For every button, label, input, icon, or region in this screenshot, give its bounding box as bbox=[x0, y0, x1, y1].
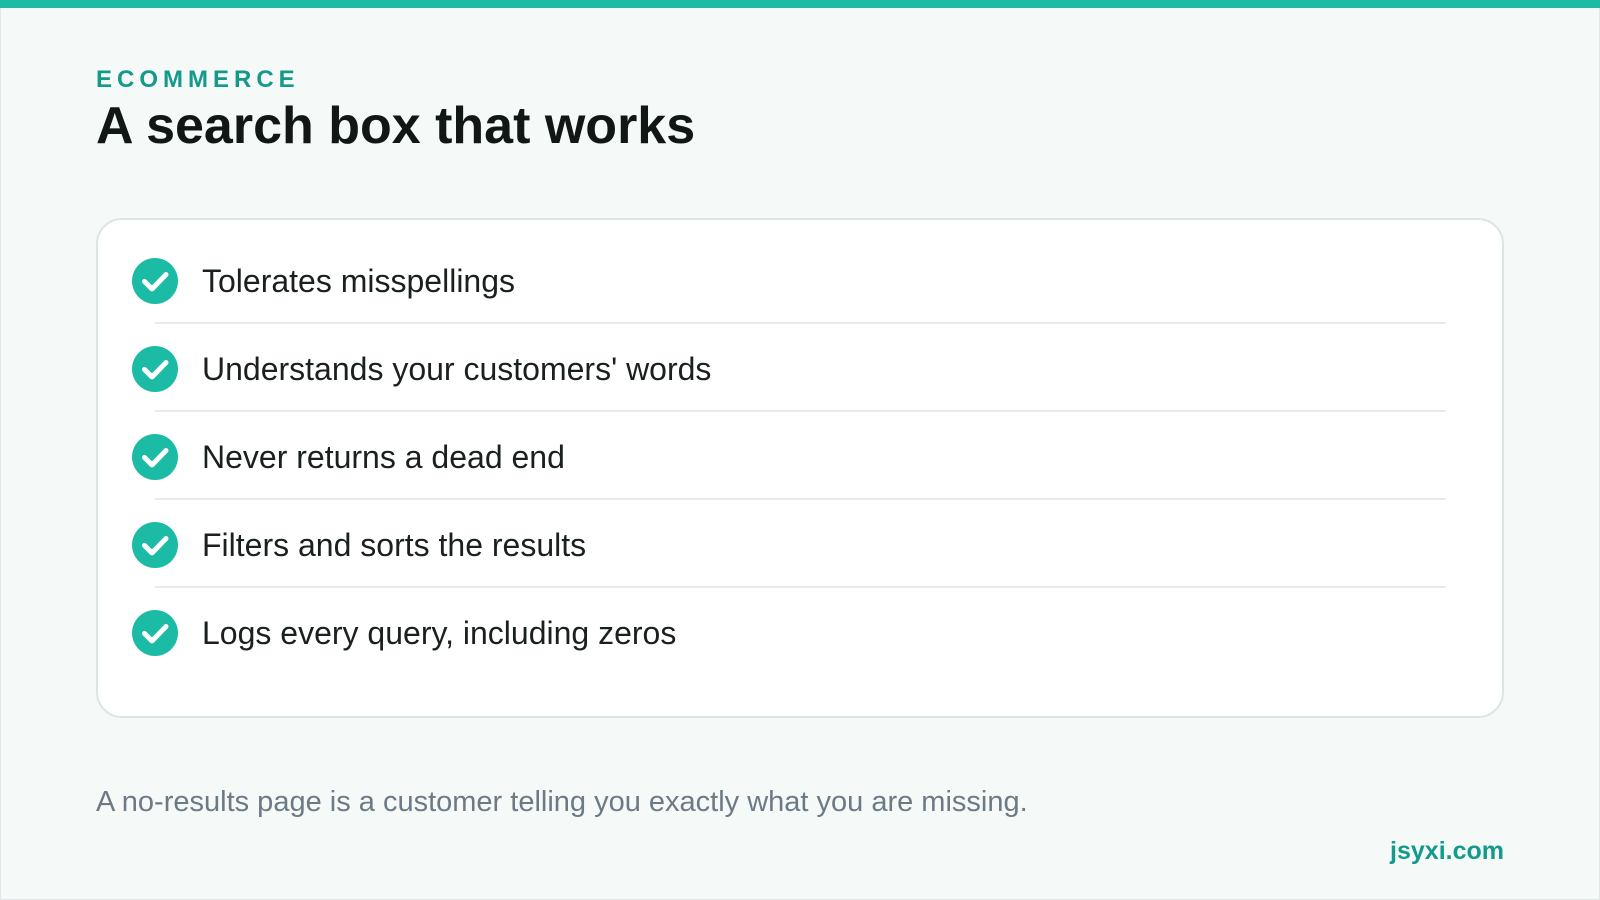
checklist-item-label: Never returns a dead end bbox=[202, 439, 565, 475]
check-circle-icon bbox=[132, 434, 178, 480]
checklist-card: Tolerates misspellings Understands your … bbox=[96, 218, 1504, 718]
check-circle-icon bbox=[132, 522, 178, 568]
checklist-item-label: Filters and sorts the results bbox=[202, 527, 587, 563]
checklist-item: Never returns a dead end bbox=[98, 412, 1502, 500]
checklist-item: Logs every query, including zeros bbox=[98, 588, 1502, 676]
checklist-item-label: Tolerates misspellings bbox=[202, 263, 516, 299]
check-circle-icon bbox=[132, 346, 178, 392]
slide-title: A search box that works bbox=[96, 97, 696, 155]
checklist-item-label: Understands your customers' words bbox=[202, 351, 712, 387]
check-circle-icon bbox=[132, 258, 178, 304]
checklist-item: Tolerates misspellings bbox=[98, 236, 1502, 324]
checklist-item: Filters and sorts the results bbox=[98, 500, 1502, 588]
brand-link[interactable]: jsyxi.com bbox=[1390, 836, 1504, 866]
eyebrow-label: ECOMMERCE bbox=[96, 66, 300, 93]
accent-top-bar bbox=[0, 0, 1600, 8]
checklist-item-label: Logs every query, including zeros bbox=[202, 615, 677, 651]
checklist-item: Understands your customers' words bbox=[98, 324, 1502, 412]
check-circle-icon bbox=[132, 610, 178, 656]
footnote: A no-results page is a customer telling … bbox=[96, 786, 1028, 818]
